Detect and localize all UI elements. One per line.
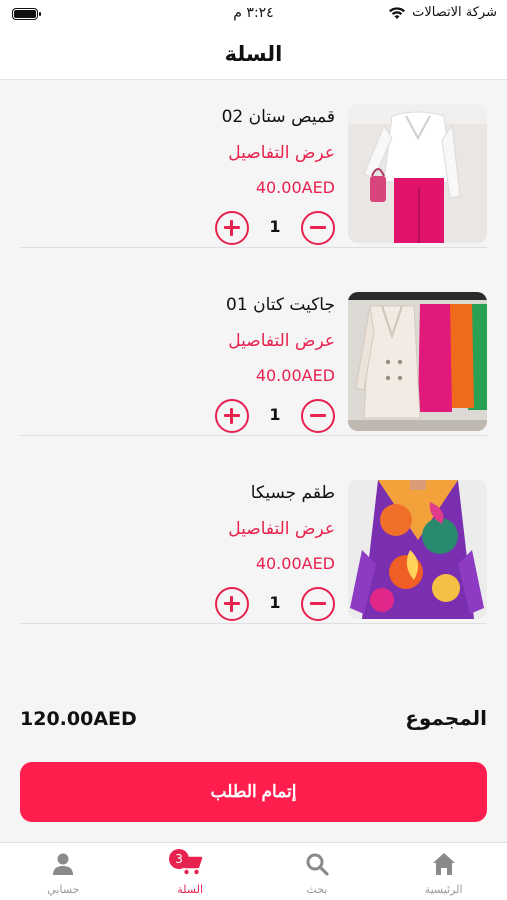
product-name: جاكيت كتان 01 — [226, 295, 335, 315]
quantity-stepper: 1 — [215, 399, 335, 433]
colored-jackets-photo — [348, 292, 487, 431]
product-price: 40.00AED — [255, 366, 335, 385]
home-icon — [432, 853, 455, 875]
checkout-button[interactable]: إتمام الطلب — [20, 762, 487, 822]
pink-outfit-photo — [348, 104, 487, 243]
total-label: المجموع — [405, 706, 487, 730]
product-image[interactable] — [348, 292, 487, 431]
view-details-link[interactable]: عرض التفاصيل — [228, 143, 335, 163]
decrease-quantity-button[interactable] — [301, 399, 335, 433]
order-total: 120.00AED المجموع — [20, 706, 487, 736]
status-bar: ٣:٢٤ م شركة الاتصالات — [0, 0, 507, 28]
tab-label: السلة — [177, 883, 203, 896]
printed-dress-photo — [348, 480, 487, 619]
carrier-name: شركة الاتصالات — [412, 5, 497, 20]
cart-item: قميص ستان 02 عرض التفاصيل 40.00AED 1 — [20, 80, 487, 248]
product-image[interactable] — [348, 104, 487, 243]
tab-account[interactable]: حسابي — [0, 843, 127, 900]
tab-search[interactable]: بحث — [254, 843, 381, 900]
item-divider — [20, 623, 487, 624]
product-image[interactable] — [348, 480, 487, 619]
item-divider — [20, 247, 487, 248]
tab-label: حسابي — [47, 883, 80, 896]
user-icon — [53, 853, 74, 875]
total-value: 120.00AED — [20, 708, 137, 730]
tab-label: الرئيسية — [424, 883, 463, 896]
page-title: السلة — [224, 41, 283, 66]
decrease-quantity-button[interactable] — [301, 211, 335, 245]
wifi-icon — [389, 6, 406, 19]
item-divider — [20, 435, 487, 436]
tab-home[interactable]: الرئيسية — [380, 843, 507, 900]
quantity-stepper: 1 — [215, 211, 335, 245]
cart-item: جاكيت كتان 01 عرض التفاصيل 40.00AED 1 — [20, 268, 487, 436]
product-name: طقم جسيكا — [250, 483, 335, 503]
product-price: 40.00AED — [255, 178, 335, 197]
search-icon — [306, 853, 329, 876]
page-header: السلة — [0, 28, 507, 80]
decrease-quantity-button[interactable] — [301, 587, 335, 621]
bottom-tab-bar: حسابي 3 السلة بحث الرئيسية — [0, 842, 507, 900]
quantity-stepper: 1 — [215, 587, 335, 621]
view-details-link[interactable]: عرض التفاصيل — [228, 519, 335, 539]
tab-label: بحث — [306, 883, 328, 896]
cart-count-badge: 3 — [169, 849, 190, 869]
product-name: قميص ستان 02 — [221, 107, 335, 127]
cart-item: طقم جسيكا عرض التفاصيل 40.00AED 1 — [20, 456, 487, 624]
tab-cart[interactable]: 3 السلة — [127, 843, 254, 900]
product-price: 40.00AED — [255, 554, 335, 573]
view-details-link[interactable]: عرض التفاصيل — [228, 331, 335, 351]
status-carrier: شركة الاتصالات — [388, 5, 497, 20]
